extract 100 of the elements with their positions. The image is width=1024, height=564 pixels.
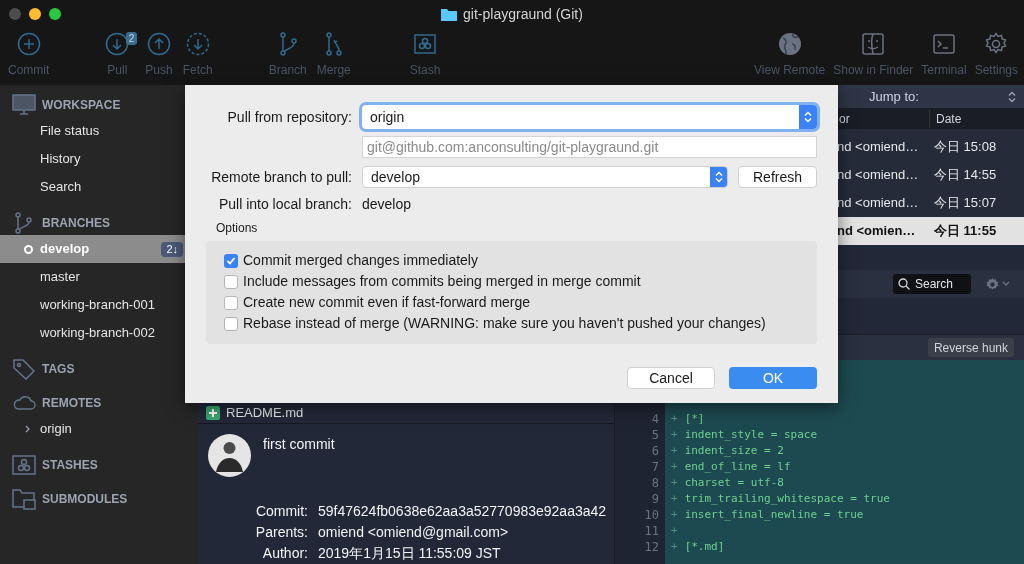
diff-sign: + xyxy=(671,523,678,539)
minimize-window-button[interactable] xyxy=(29,8,41,20)
diff-sign: + xyxy=(671,475,678,491)
checkbox-label: Rebase instead of merge (WARNING: make sure you haven't pushed your changes) xyxy=(243,314,766,333)
table-cell-text: nd <omien… xyxy=(837,222,917,241)
diff-sign: + xyxy=(671,427,678,443)
caret-icon xyxy=(1002,281,1010,287)
commit-subject: first commit xyxy=(263,435,335,454)
code-line: trim_trailing_whitespace = true xyxy=(684,491,890,507)
window-title: git-playgraund (Git) xyxy=(463,4,583,24)
code-line: insert_final_newline = true xyxy=(684,507,864,523)
field-label: Author: xyxy=(261,544,309,563)
download-icon xyxy=(185,32,210,56)
diff-sign: + xyxy=(671,507,678,523)
count-badge: 2↓ xyxy=(161,241,183,257)
code-line: [*.md] xyxy=(684,539,725,555)
field-value: 59f47624fb0638e62aa3a52770983e92aa3a42 xyxy=(318,502,607,521)
globe-icon xyxy=(777,32,802,56)
line-number: 4 xyxy=(650,411,660,427)
code-line: charset = utf-8 xyxy=(684,475,784,491)
checkbox-label: Commit merged changes immediately xyxy=(243,251,478,270)
repository-dropdown[interactable]: origin xyxy=(362,105,817,129)
settings-menu-button[interactable] xyxy=(985,276,1010,292)
line-number: 5 xyxy=(650,427,660,443)
table-cell-text: nd <omiend… xyxy=(837,166,920,185)
field-label: Pull from repository: xyxy=(226,107,352,127)
settings-icon xyxy=(985,276,1000,292)
stash-icon xyxy=(413,32,438,56)
finder-icon xyxy=(861,32,886,56)
table-cell-text: nd <omiend… xyxy=(837,194,920,213)
reverse-hunk-button[interactable]: Reverse hunk xyxy=(927,338,1014,357)
field-label: Remote branch to pull: xyxy=(210,167,352,187)
field-value: 2019年1月15日 11:55:09 JST xyxy=(318,544,501,563)
line-number: 9 xyxy=(650,491,660,507)
url-field[interactable]: git@github.com:anconsulting/git-playgraund.git xyxy=(362,136,817,158)
diff-sign: + xyxy=(671,443,678,459)
zoom-window-button[interactable] xyxy=(49,8,61,20)
toolbar-button[interactable]: Pull 2 xyxy=(103,32,138,79)
diff-sign: + xyxy=(671,539,678,555)
count-badge: 2 xyxy=(125,32,138,45)
field-label: Pull into local branch: xyxy=(217,194,352,214)
field-label: Commit: xyxy=(254,502,309,521)
download-icon xyxy=(105,32,130,56)
added-file-icon xyxy=(206,406,220,420)
table-cell-text: 今日 14:55 xyxy=(933,166,998,185)
column-header[interactable]: Date xyxy=(929,109,1024,128)
cancel-button[interactable]: Cancel xyxy=(627,367,715,389)
code-line: end_of_line = lf xyxy=(684,459,791,475)
line-number: 10 xyxy=(643,507,660,523)
close-window-button[interactable] xyxy=(9,8,21,20)
checkbox-label: Create new commit even if fast-forward merge xyxy=(243,293,531,312)
settings-icon xyxy=(984,32,1009,56)
section-header: STASHES xyxy=(42,457,98,474)
section-header: SUBMODULES xyxy=(42,491,128,508)
line-number: 7 xyxy=(650,459,660,475)
folder-icon xyxy=(441,7,458,21)
section-header: TAGS xyxy=(42,361,75,378)
table-cell-text: 今日 15:08 xyxy=(933,138,998,157)
checkbox[interactable] xyxy=(224,274,238,289)
chevrons-icon xyxy=(804,111,812,123)
checkbox[interactable] xyxy=(224,253,238,268)
avatar xyxy=(208,434,251,477)
field-label: Parents: xyxy=(254,523,309,542)
search-icon xyxy=(898,278,910,290)
folders-icon xyxy=(12,488,36,510)
plus-circle-icon xyxy=(16,32,41,56)
terminal-icon xyxy=(931,32,956,56)
checkbox[interactable] xyxy=(224,316,238,331)
column-header[interactable]: or xyxy=(837,109,929,128)
upload-icon xyxy=(147,32,171,56)
jump-to-dropdown[interactable]: Jump to: xyxy=(853,86,1016,107)
branch-dropdown[interactable]: develop xyxy=(362,166,728,188)
line-number: 6 xyxy=(650,443,660,459)
section-header: WORKSPACE xyxy=(42,97,121,114)
checkbox[interactable] xyxy=(224,295,238,310)
line-number: 8 xyxy=(650,475,660,491)
monitor-icon xyxy=(12,94,36,116)
table-cell-text: nd <omiend… xyxy=(837,138,920,157)
code-line: [*] xyxy=(684,411,705,427)
stash-icon xyxy=(12,454,36,476)
sidebar-item[interactable]: origin xyxy=(0,415,198,443)
diff-sign: + xyxy=(671,491,678,507)
field-value: develop xyxy=(362,194,412,214)
table-cell-text: 今日 11:55 xyxy=(933,222,998,241)
chevrons-icon xyxy=(714,171,723,183)
section-header: BRANCHES xyxy=(42,215,110,232)
line-number: 11 xyxy=(643,523,660,539)
options-label: Options xyxy=(216,220,259,237)
table-cell-text: 今日 15:07 xyxy=(933,194,998,213)
refresh-button[interactable]: Refresh xyxy=(738,166,817,188)
code-line: indent_size = 2 xyxy=(684,443,784,459)
tag-icon xyxy=(12,358,36,380)
checkbox-label: Include messages from commits being merged in merge commit xyxy=(243,272,641,291)
field-value: omiend <omiend@gmail.com> xyxy=(318,523,509,542)
line-number: 12 xyxy=(643,539,660,555)
search-field[interactable]: Search xyxy=(893,274,971,294)
section-header: REMOTES xyxy=(42,395,102,412)
code-line: indent_style = space xyxy=(684,427,818,443)
diff-sign: + xyxy=(671,411,678,427)
chevrons-icon xyxy=(1008,90,1016,103)
